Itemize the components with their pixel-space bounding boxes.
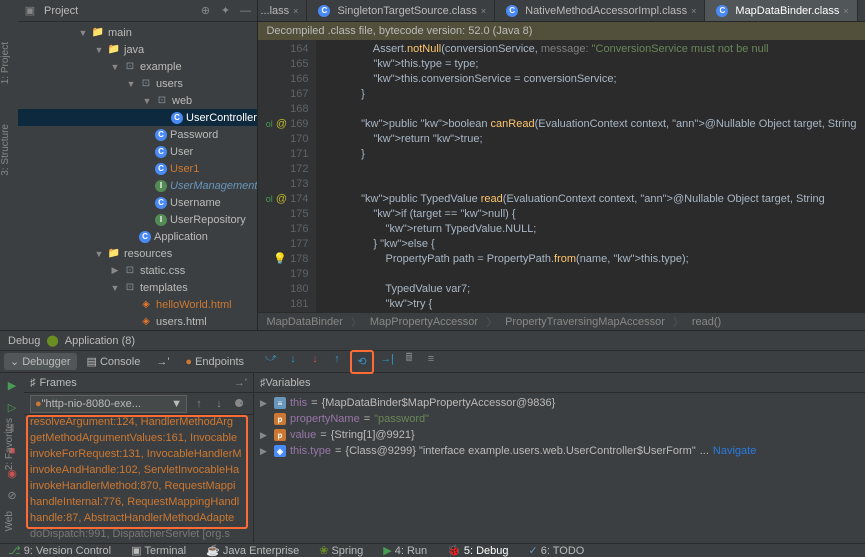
tree-pkg-web[interactable]: ▼⊡web [18,92,257,109]
editor-tabs: ...lass× CSingletonTargetSource.class× C… [258,0,865,22]
breadcrumb: MapDataBinder〉 MapPropertyAccessor〉 Prop… [258,312,865,330]
rerun-icon[interactable]: ▶ [4,377,20,393]
crumb-2[interactable]: MapPropertyAccessor [370,316,478,328]
evaluate-icon[interactable]: 🖩 [400,350,418,368]
code-editor[interactable]: Assert.notNull(conversionService, messag… [316,40,865,312]
step-out-icon[interactable]: ↑ [328,350,346,368]
frame-row[interactable]: invokeAndHandle:102, ServletInvocableHa [24,463,253,479]
thread-selector[interactable]: ●"http-nio-8080-exe...▼ [30,395,187,413]
tree-class-user1[interactable]: CUser1 [18,160,257,177]
project-title: Project [44,5,78,17]
tab-debugger[interactable]: ⌄Debugger [4,353,77,370]
side-tab-favorites[interactable]: 2: Favorites [4,418,15,470]
crumb-3[interactable]: PropertyTraversingMapAccessor [505,316,665,328]
frame-row[interactable]: doDispatch:991, DispatcherServlet [org.s [24,527,253,543]
tree-file-users-html[interactable]: ◈users.html [18,313,257,330]
project-icon: ▣ [22,3,38,19]
tree-class-usermanagement[interactable]: IUserManagement [18,177,257,194]
tree-class-user[interactable]: CUser [18,143,257,160]
tree-folder-templates[interactable]: ▼⊡templates [18,279,257,296]
resume-icon[interactable]: ▷ [4,399,20,415]
side-tab-project[interactable]: 1: Project [0,42,18,84]
tree-pkg-example[interactable]: ▼⊡example [18,58,257,75]
debug-app-label: Application (8) [65,335,135,347]
bottom-spring[interactable]: ❀Spring [315,544,367,557]
frames-title: Frames [40,377,77,389]
frames-list[interactable]: resolveArgument:124, HandlerMethodArgget… [24,415,253,543]
vars-title: Variables [266,377,311,389]
tree-folder-main[interactable]: ▼📁main [18,24,257,41]
frame-row[interactable]: getMethodArgumentValues:161, Invocable [24,431,253,447]
tab-singleton[interactable]: CSingletonTargetSource.class× [307,0,495,21]
decompiled-warning: Decompiled .class file, bytecode version… [258,22,865,40]
var-propertyname[interactable]: ppropertyName = "password" [254,411,865,427]
bottom-terminal[interactable]: ▣Terminal [127,544,190,557]
bottom-run[interactable]: ▶4: Run [379,544,431,557]
crumb-1[interactable]: MapDataBinder [266,316,342,328]
hide-icon[interactable]: — [237,3,253,19]
tab-endpoints[interactable]: ●Endpoints [179,354,250,370]
more-icon[interactable]: ≡ [422,350,440,368]
var-value[interactable]: ▶pvalue = {String[1]@9921} [254,427,865,443]
variables-list[interactable]: ▶≡this = {MapDataBinder$MapPropertyAcces… [254,393,865,543]
run-to-cursor-icon[interactable]: →| [378,350,396,368]
tree-class-userrepository[interactable]: IUserRepository [18,211,257,228]
next-frame-icon[interactable]: ↓ [211,396,227,412]
project-tree[interactable]: ▼📁main ▼📁java ▼⊡example ▼⊡users ▼⊡web CU… [18,22,257,330]
frame-row[interactable]: resolveArgument:124, HandlerMethodArg [24,415,253,431]
filter-icon[interactable]: ⚈ [231,396,247,412]
bottom-todo[interactable]: ✓6: TODO [525,544,589,557]
tab-native[interactable]: CNativeMethodAccessorImpl.class× [495,0,705,21]
tree-pkg-users[interactable]: ▼⊡users [18,75,257,92]
bottom-vcs[interactable]: ⎇9: Version Control [4,544,115,557]
tab-partial[interactable]: ...lass× [258,0,307,21]
tab-mapdatabinder[interactable]: CMapDataBinder.class× [705,0,857,21]
drop-frame-button[interactable]: ⟲ [350,350,374,374]
crumb-4[interactable]: read() [692,316,721,328]
side-tab-web[interactable]: Web [4,511,15,531]
force-step-into-icon[interactable]: ↓ [306,350,324,368]
tree-class-username[interactable]: CUsername [18,194,257,211]
debug-title: Debug [8,335,40,347]
tree-folder-static[interactable]: ▶⊡static.css [18,262,257,279]
var-this-type[interactable]: ▶◈this.type = {Class@9299} "interface ex… [254,443,865,459]
var-this[interactable]: ▶≡this = {MapDataBinder$MapPropertyAcces… [254,395,865,411]
step-over-icon[interactable]: ⤻ [262,350,280,368]
navigate-link[interactable]: Navigate [713,445,756,457]
prev-frame-icon[interactable]: ↑ [191,396,207,412]
tab-endpoints-arrow[interactable]: →' [150,354,175,370]
frame-row[interactable]: invokeHandlerMethod:870, RequestMappi [24,479,253,495]
gutter[interactable]: 164165166167168ol @ 169170171172173ol @ … [258,40,316,312]
tree-folder-resources[interactable]: ▼📁resources [18,245,257,262]
settings-icon[interactable]: ✦ [217,3,233,19]
tree-class-application[interactable]: CApplication [18,228,257,245]
frame-row[interactable]: handle:87, AbstractHandlerMethodAdapte [24,511,253,527]
collapse-icon[interactable]: ⊕ [197,3,213,19]
tree-file-helloworld[interactable]: ◈helloWorld.html [18,296,257,313]
frame-row[interactable]: invokeForRequest:131, InvocableHandlerM [24,447,253,463]
tab-abstract[interactable]: CAbstractProperty [858,0,865,21]
frame-row[interactable]: handleInternal:776, RequestMappingHandl [24,495,253,511]
tab-console[interactable]: ▤Console [81,353,147,370]
tree-class-password[interactable]: CPassword [18,126,257,143]
bottom-javaent[interactable]: ☕Java Enterprise [202,544,303,557]
tree-folder-java[interactable]: ▼📁java [18,41,257,58]
step-into-icon[interactable]: ↓ [284,350,302,368]
bottom-debug[interactable]: 🐞5: Debug [443,544,512,557]
side-tab-structure[interactable]: 3: Structure [0,124,18,176]
tree-class-usercontroller[interactable]: CUserController [18,109,257,126]
